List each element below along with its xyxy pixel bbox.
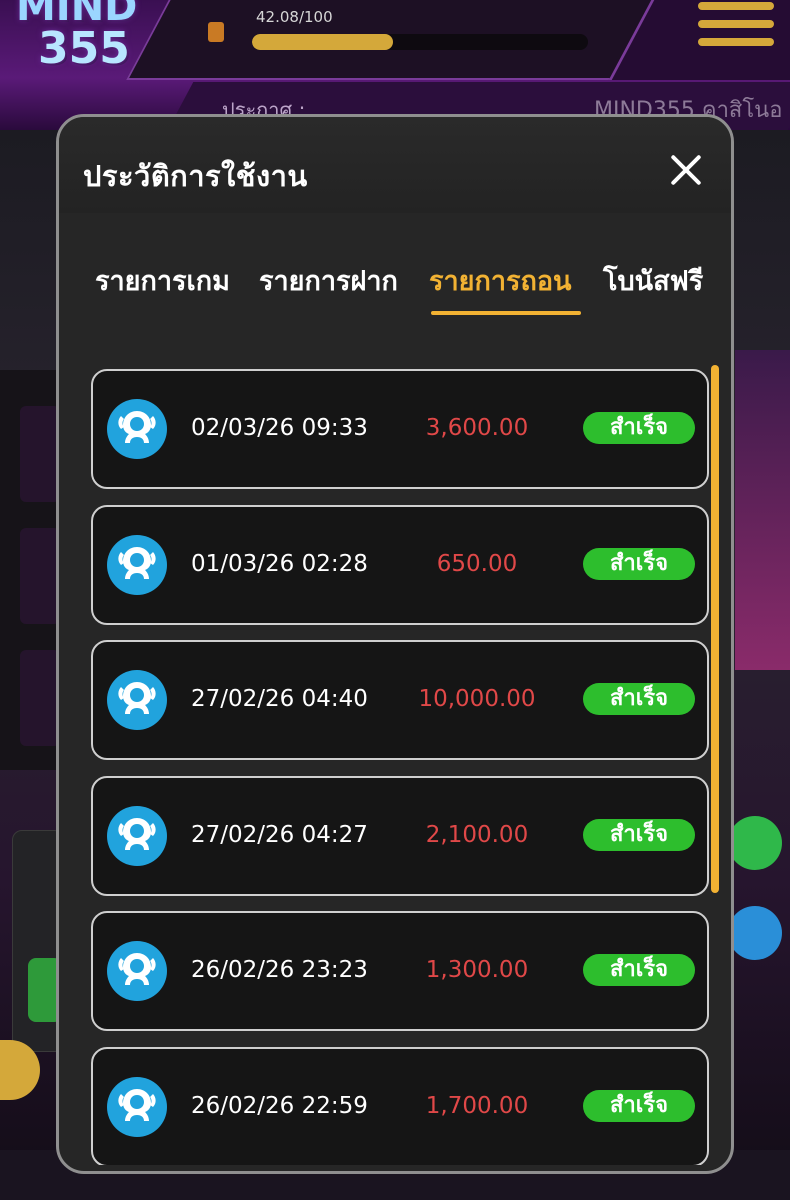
- left-side-menu: [0, 370, 62, 770]
- tab-deposits[interactable]: รายการฝาก: [259, 259, 398, 302]
- bank-icon: [107, 941, 167, 1001]
- transaction-amount: 650.00: [436, 550, 518, 577]
- transaction-amount: 3,600.00: [425, 415, 529, 441]
- history-modal: ประวัติการใช้งาน รายการเกม รายการฝาก ราย…: [56, 114, 734, 1174]
- transaction-row[interactable]: 26/02/26 22:59 1,700.00 สำเร็จ: [91, 1046, 709, 1165]
- transaction-date: 27/02/26 04:40: [191, 686, 368, 712]
- transaction-amount: 1,300.00: [425, 957, 529, 983]
- transaction-amount: 10,000.00: [418, 686, 536, 712]
- transaction-list[interactable]: 02/03/26 09:33 3,600.00 สำเร็จ 01/03/26 02:…: [59, 365, 731, 1165]
- right-banner: [735, 350, 790, 670]
- transaction-row[interactable]: 02/03/26 09:33 3,600.00 สำเร็จ: [91, 369, 709, 489]
- status-badge: สำเร็จ: [583, 818, 695, 851]
- transaction-row[interactable]: 27/02/26 04:27 2,100.00 สำเร็จ: [91, 775, 709, 896]
- level-progress-fill: [252, 34, 394, 50]
- telegram-icon[interactable]: [728, 906, 782, 960]
- scrollbar-thumb[interactable]: [711, 365, 719, 893]
- bank-icon: [107, 670, 167, 730]
- transaction-date: 02/03/26 09:33: [191, 415, 368, 441]
- transaction-row[interactable]: 01/03/26 02:28 650.00 สำเร็จ: [91, 504, 709, 625]
- status-badge: สำเร็จ: [583, 683, 695, 715]
- transaction-date: 01/03/26 02:28: [191, 550, 368, 577]
- tab-withdrawals[interactable]: รายการถอน: [429, 259, 572, 302]
- modal-title: ประวัติการใช้งาน: [83, 159, 308, 193]
- hamburger-menu-icon[interactable]: [698, 2, 774, 46]
- active-tab-indicator: [431, 311, 581, 315]
- status-badge: สำเร็จ: [583, 412, 695, 444]
- bank-icon: [107, 805, 167, 866]
- line-chat-icon[interactable]: [728, 816, 782, 870]
- tab-games[interactable]: รายการเกม: [95, 259, 230, 302]
- level-badge-icon: [208, 22, 224, 42]
- transaction-date: 26/02/26 23:23: [191, 957, 368, 983]
- bank-icon: [107, 534, 167, 595]
- scrollbar[interactable]: [711, 365, 719, 895]
- level-progress-bar: [252, 34, 588, 50]
- transaction-row[interactable]: 26/02/26 23:23 1,300.00 สำเร็จ: [91, 911, 709, 1031]
- status-badge: สำเร็จ: [583, 954, 695, 986]
- transaction-amount: 2,100.00: [425, 821, 529, 848]
- transaction-row[interactable]: 27/02/26 04:40 10,000.00 สำเร็จ: [91, 640, 709, 760]
- status-badge: สำเร็จ: [583, 1089, 695, 1122]
- tab-bar: รายการเกม รายการฝาก รายการถอน โบนัสฟรี: [59, 247, 731, 319]
- logo-line2: 355: [38, 23, 130, 74]
- app-logo: MIND 355: [16, 0, 156, 76]
- status-badge: สำเร็จ: [583, 547, 695, 580]
- modal-header: ประวัติการใช้งาน: [59, 117, 731, 213]
- bank-icon: [107, 399, 167, 459]
- tab-free-bonus[interactable]: โบนัสฟรี: [603, 259, 703, 302]
- close-icon[interactable]: [669, 153, 703, 187]
- transaction-date: 27/02/26 04:27: [191, 821, 368, 848]
- bank-icon: [107, 1076, 167, 1137]
- transaction-date: 26/02/26 22:59: [191, 1092, 368, 1119]
- level-progress-text: 42.08/100: [256, 8, 333, 26]
- transaction-amount: 1,700.00: [425, 1092, 529, 1119]
